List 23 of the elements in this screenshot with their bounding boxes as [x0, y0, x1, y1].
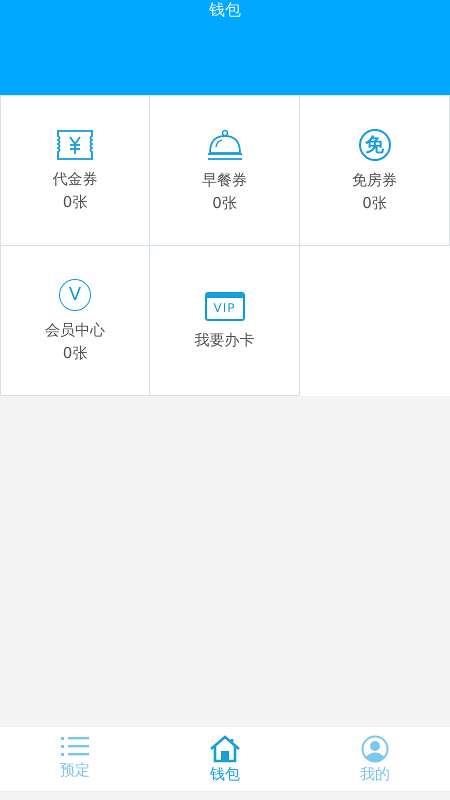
tile-count: 0张 — [62, 344, 88, 362]
wallet-tile[interactable]: V 会员中心 0张 — [0, 246, 150, 396]
tile-count: 0张 — [62, 192, 88, 212]
wallet-tile[interactable]: VIP 我要办卡 — [150, 246, 300, 396]
ticket-icon — [56, 130, 94, 160]
wallet-tile[interactable]: 早餐券 0张 — [150, 96, 300, 246]
badge-icon: 免 — [358, 128, 390, 160]
tile-count: 0张 — [212, 194, 237, 212]
wallet-tile[interactable]: 代金券 0张 — [0, 96, 150, 246]
tile-label: 免房券 — [352, 170, 397, 190]
wallet-tile[interactable]: 免 免房券 0张 — [300, 96, 450, 246]
list-icon — [60, 735, 90, 759]
card-icon: VIP — [204, 292, 244, 320]
tile-label: 早餐券 — [202, 170, 247, 190]
tile-label: 我要办卡 — [194, 330, 254, 350]
tile-label: 代金券 — [52, 170, 98, 188]
badge-icon: V — [59, 278, 91, 310]
cloche-icon — [206, 128, 244, 160]
home-icon — [209, 735, 241, 763]
tile-label: 会员中心 — [45, 320, 105, 340]
tile-count: 0张 — [362, 194, 387, 212]
page-title: 钱包 — [209, 1, 241, 19]
person-icon — [361, 735, 389, 763]
